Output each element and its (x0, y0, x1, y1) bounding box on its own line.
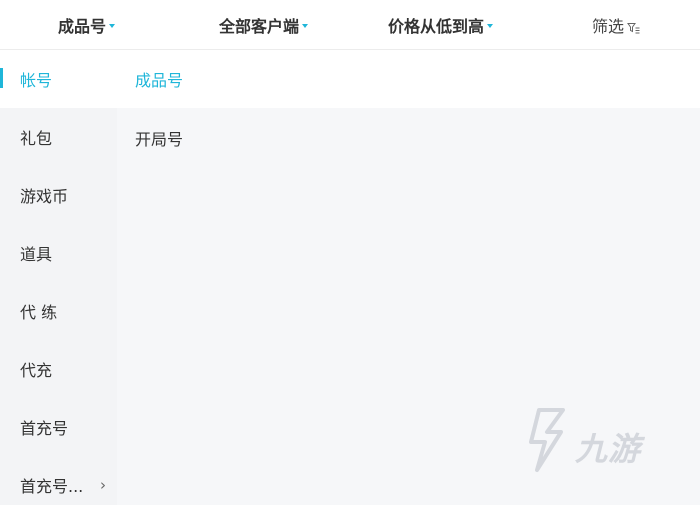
option-item-label: 开局号 (135, 130, 184, 149)
sidebar-item-first-charge-account[interactable]: 首充号 (0, 398, 117, 456)
content-section-header[interactable]: 成品号 (117, 50, 700, 108)
option-item-starter-account[interactable]: 开局号 (135, 126, 183, 150)
sidebar-item-items[interactable]: 道具 (0, 224, 117, 282)
category-sidebar: 帐号 礼包 游戏币 道具 代 练 代充 首充号 首充号... › (0, 50, 117, 505)
watermark-text: 九游 (575, 430, 642, 468)
filter-bar: 成品号 全部客户端 价格从低到高 筛选 (0, 0, 700, 50)
sidebar-item-label: 帐号 (20, 71, 53, 90)
filter-button[interactable]: 筛选 (592, 0, 640, 50)
sidebar-item-boosting[interactable]: 代 练 (0, 282, 117, 340)
content-header-label: 成品号 (135, 71, 184, 90)
filter-tab-sort-price[interactable]: 价格从低到高 (388, 0, 494, 50)
caret-down-icon (302, 24, 309, 28)
filter-tab-label: 全部客户端 (219, 17, 300, 36)
sidebar-item-label: 代充 (20, 361, 53, 380)
filter-button-label: 筛选 (592, 17, 625, 36)
sidebar-item-first-charge-more[interactable]: 首充号... › (0, 456, 117, 505)
sidebar-item-label: 首充号 (20, 419, 69, 438)
filter-tab-label: 价格从低到高 (388, 17, 485, 36)
filter-funnel-icon (627, 19, 640, 34)
caret-down-icon (487, 24, 494, 28)
sidebar-item-gift-pack[interactable]: 礼包 (0, 108, 117, 166)
sidebar-item-label: 代 练 (20, 303, 58, 322)
sidebar-item-label: 首充号... (20, 477, 84, 496)
sidebar-item-label: 道具 (20, 245, 53, 264)
sidebar-item-recharge[interactable]: 代充 (0, 340, 117, 398)
sidebar-item-label: 礼包 (20, 129, 53, 148)
filter-tab-product-account[interactable]: 成品号 (58, 0, 116, 50)
watermark-logo: 九游 (517, 402, 662, 477)
chevron-right-icon: › (100, 476, 106, 494)
filter-tab-client[interactable]: 全部客户端 (219, 0, 309, 50)
caret-down-icon (109, 24, 116, 28)
sidebar-item-game-currency[interactable]: 游戏币 (0, 166, 117, 224)
sidebar-item-account[interactable]: 帐号 (0, 50, 117, 108)
filter-tab-label: 成品号 (58, 17, 107, 36)
sidebar-item-label: 游戏币 (20, 187, 69, 206)
